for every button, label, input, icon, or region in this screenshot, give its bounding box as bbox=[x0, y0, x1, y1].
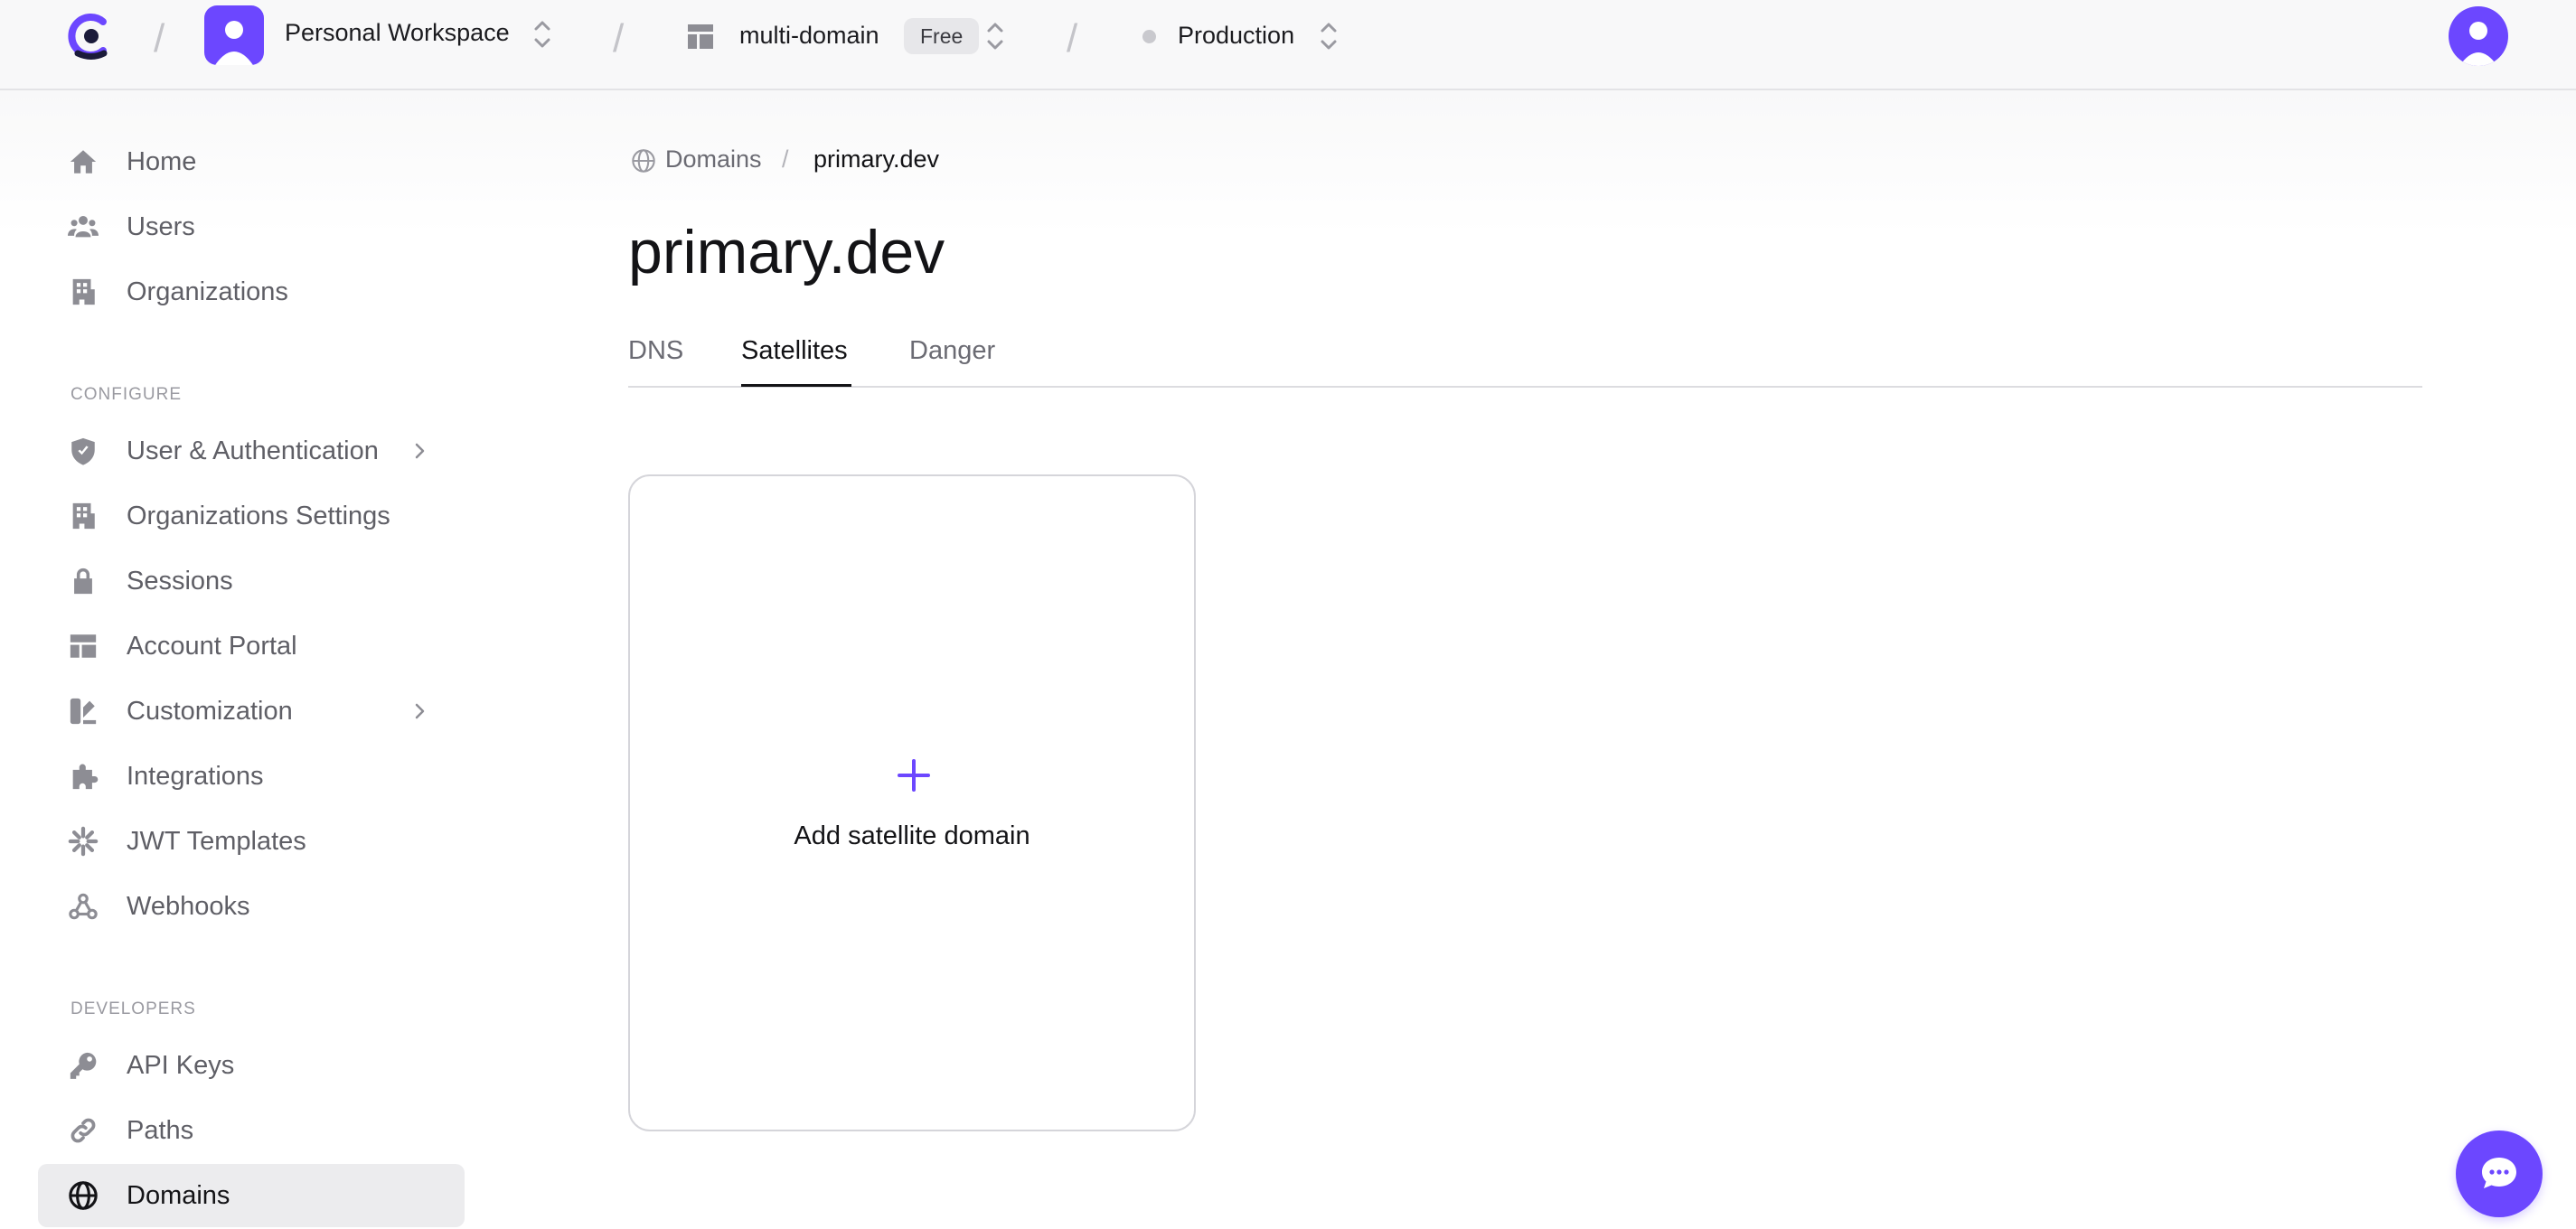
breadcrumb-slash: / bbox=[1067, 16, 1078, 61]
sidebar-item-domains[interactable]: Domains bbox=[38, 1164, 465, 1227]
sidebar-item-label: Webhooks bbox=[127, 891, 250, 921]
chevron-right-icon bbox=[415, 443, 425, 459]
link-icon bbox=[67, 1114, 99, 1147]
tab-satellites[interactable]: Satellites bbox=[741, 336, 848, 366]
chevron-right-icon bbox=[415, 703, 425, 719]
sidebar-item-users[interactable]: Users bbox=[38, 199, 465, 255]
building-icon bbox=[67, 276, 99, 308]
breadcrumb-separator: / bbox=[782, 145, 789, 173]
active-tab-indicator bbox=[741, 384, 851, 387]
asterisk-icon bbox=[67, 825, 99, 858]
sidebar-item-account-portal[interactable]: Account Portal bbox=[38, 618, 465, 674]
sidebar-item-organizations[interactable]: Organizations bbox=[38, 264, 465, 320]
tab-dns[interactable]: DNS bbox=[628, 336, 683, 366]
sidebar-item-label: Users bbox=[127, 211, 195, 241]
sidebar-item-label: Organizations Settings bbox=[127, 501, 390, 530]
clerk-logo-icon[interactable] bbox=[67, 11, 114, 61]
add-satellite-domain-card[interactable]: Add satellite domain bbox=[628, 474, 1196, 1131]
building-icon bbox=[67, 500, 99, 532]
add-satellite-domain-label: Add satellite domain bbox=[794, 821, 1030, 850]
workspace-switcher-icon[interactable] bbox=[532, 16, 552, 52]
workspace-name[interactable]: Personal Workspace bbox=[285, 19, 510, 47]
sidebar-item-label: Home bbox=[127, 146, 197, 176]
sidebar-item-label: Paths bbox=[127, 1115, 194, 1145]
environment-status-dot bbox=[1142, 30, 1156, 43]
sidebar-item-label: API Keys bbox=[127, 1050, 235, 1080]
sidebar-item-paths[interactable]: Paths bbox=[38, 1102, 465, 1159]
environment-name[interactable]: Production bbox=[1178, 22, 1294, 50]
sidebar-item-label: User & Authentication bbox=[127, 436, 379, 465]
sidebar-item-integrations[interactable]: Integrations bbox=[38, 748, 465, 804]
top-bar: / Personal Workspace / multi-domain Free… bbox=[0, 0, 2576, 90]
workspace-avatar[interactable] bbox=[204, 5, 264, 65]
sidebar-item-webhooks[interactable]: Webhooks bbox=[38, 878, 465, 934]
tab-danger[interactable]: Danger bbox=[909, 336, 995, 366]
sidebar-item-jwt-templates[interactable]: JWT Templates bbox=[38, 813, 465, 869]
section-label-developers: DEVELOPERS bbox=[71, 999, 196, 1018]
breadcrumb-slash: / bbox=[613, 16, 625, 61]
sidebar-item-user-authentication[interactable]: User & Authentication bbox=[38, 423, 465, 479]
tabs-divider bbox=[628, 386, 2422, 388]
application-name[interactable]: multi-domain bbox=[739, 22, 879, 50]
users-icon bbox=[67, 211, 99, 243]
environment-switcher-icon[interactable] bbox=[1319, 18, 1339, 54]
chat-bubble-icon bbox=[2482, 1158, 2516, 1188]
sidebar-item-organizations-settings[interactable]: Organizations Settings bbox=[38, 488, 465, 544]
sidebar-item-label: Organizations bbox=[127, 277, 288, 306]
globe-icon bbox=[632, 149, 655, 173]
plan-badge: Free bbox=[904, 18, 980, 54]
breadcrumb-slash: / bbox=[154, 16, 165, 61]
breadcrumb-current: primary.dev bbox=[813, 145, 940, 173]
sidebar-item-sessions[interactable]: Sessions bbox=[38, 553, 465, 609]
sidebar-item-label: Integrations bbox=[127, 761, 264, 791]
lock-icon bbox=[67, 565, 99, 597]
sidebar-item-label: Account Portal bbox=[127, 631, 297, 661]
webhook-icon bbox=[67, 890, 99, 923]
application-switcher-icon[interactable] bbox=[985, 18, 1005, 54]
sidebar-item-label: Customization bbox=[127, 696, 293, 726]
sidebar-item-label: Sessions bbox=[127, 566, 233, 596]
paint-icon bbox=[67, 695, 99, 727]
page-title: primary.dev bbox=[628, 218, 945, 286]
section-label-configure: CONFIGURE bbox=[71, 385, 182, 404]
shield-icon bbox=[67, 435, 99, 467]
sidebar-item-api-keys[interactable]: API Keys bbox=[38, 1037, 465, 1093]
home-icon bbox=[67, 145, 99, 178]
sidebar-item-label: Domains bbox=[127, 1180, 230, 1210]
globe-icon bbox=[67, 1179, 99, 1212]
user-avatar[interactable] bbox=[2449, 6, 2508, 66]
key-icon bbox=[67, 1049, 99, 1082]
sidebar: Home Users Organizations CONFIGURE User … bbox=[0, 90, 488, 1229]
layout-icon bbox=[67, 630, 99, 662]
sidebar-item-home[interactable]: Home bbox=[38, 134, 465, 190]
support-chat-button[interactable] bbox=[2456, 1130, 2543, 1217]
sidebar-item-label: JWT Templates bbox=[127, 826, 306, 856]
application-icon bbox=[688, 24, 713, 49]
plus-icon bbox=[898, 759, 930, 792]
sidebar-item-customization[interactable]: Customization bbox=[38, 683, 465, 739]
breadcrumb-parent-link[interactable]: Domains bbox=[665, 145, 762, 174]
puzzle-icon bbox=[67, 760, 99, 793]
